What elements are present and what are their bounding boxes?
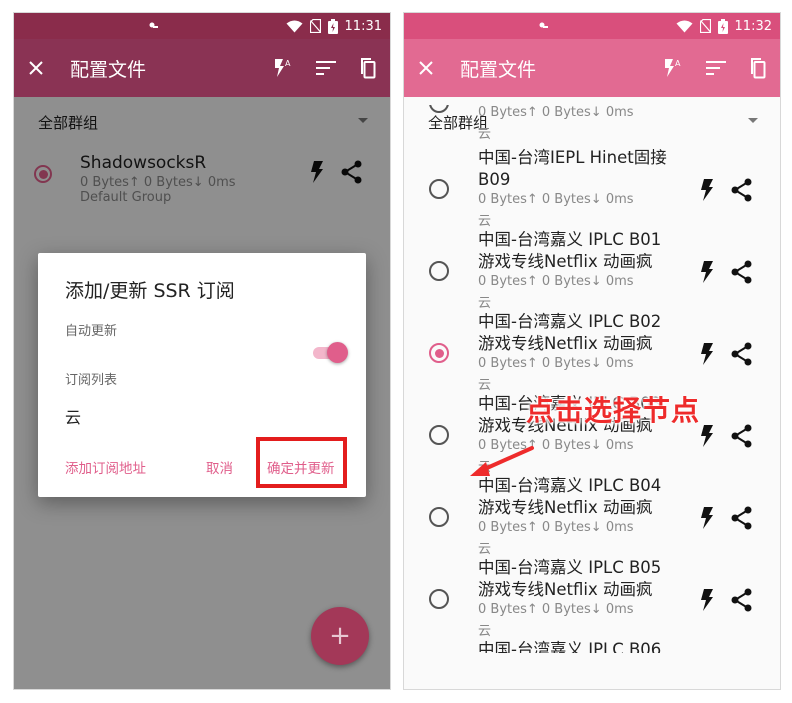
list-item[interactable]: 中国-台湾嘉义 IPLC B05 游戏专线Netflix 动画疯 0 Bytes↑… xyxy=(404,557,780,639)
subscription-list-item[interactable]: 云 xyxy=(65,404,81,428)
node-stats: 0 Bytes↑ 0 Bytes↓ 0ms xyxy=(478,602,634,617)
status-bar: 11:32 xyxy=(404,13,780,39)
auto-update-label: 自动更新 xyxy=(65,324,118,339)
bolt-icon[interactable] xyxy=(700,343,714,365)
status-time: 11:31 xyxy=(344,18,382,34)
node-name-line2: 游戏专线Netflix 动画疯 xyxy=(478,252,653,271)
dialog-title: 添加/更新 SSR 订阅 xyxy=(65,280,235,302)
copy-icon[interactable] xyxy=(748,57,766,79)
node-stats: 0 Bytes↑ 0 Bytes↓ 0ms xyxy=(478,105,634,120)
bolt-icon[interactable] xyxy=(700,589,714,611)
list-item-partial[interactable]: 0 Bytes↑ 0 Bytes↓ 0ms 云 xyxy=(404,105,780,145)
battery-icon xyxy=(327,18,338,34)
node-stats: 0 Bytes↑ 0 Bytes↓ 0ms xyxy=(478,356,634,371)
node-stats: 0 Bytes↑ 0 Bytes↓ 0ms xyxy=(478,520,634,535)
add-icon: + xyxy=(329,621,351,651)
bolt-icon[interactable] xyxy=(700,179,714,201)
share-icon[interactable] xyxy=(731,260,753,284)
sort-icon[interactable] xyxy=(706,60,726,76)
add-fab[interactable]: + xyxy=(311,607,369,665)
subscription-dialog: 添加/更新 SSR 订阅 自动更新 订阅列表 云 添加订阅地址 取消 确定并更新 xyxy=(38,253,366,497)
node-radio[interactable] xyxy=(429,507,449,527)
node-group: 云 xyxy=(478,214,492,229)
bolt-icon[interactable] xyxy=(700,425,714,447)
node-name-line2: 游戏专线Netflix 动画疯 xyxy=(478,580,653,599)
node-radio[interactable] xyxy=(429,179,449,199)
battery-icon xyxy=(717,18,728,34)
svg-text:A: A xyxy=(675,59,681,68)
share-icon[interactable] xyxy=(731,342,753,366)
app-bar-title: 配置文件 xyxy=(460,58,537,81)
node-name-line1: 中国-台湾IEPL Hinet固接 xyxy=(478,148,667,167)
flash-auto-icon[interactable]: A xyxy=(272,57,294,79)
annotation-arrow-icon xyxy=(470,446,534,476)
node-group: 云 xyxy=(478,542,492,557)
node-list: 全部群组 0 Bytes↑ 0 Bytes↓ 0ms 云 中国-台湾IEPL H… xyxy=(404,97,780,689)
notification-icon xyxy=(22,20,286,32)
node-radio-selected[interactable] xyxy=(429,343,449,363)
node-name-line2: B09 xyxy=(478,170,511,189)
sort-icon[interactable] xyxy=(316,60,336,76)
node-group: 云 xyxy=(478,296,492,311)
auto-update-toggle[interactable] xyxy=(311,341,348,365)
close-icon[interactable] xyxy=(418,60,434,76)
status-time: 11:32 xyxy=(734,18,772,34)
status-bar: 11:31 xyxy=(14,13,390,39)
list-item-partial-name: 中国-台湾嘉义 IPLC B06 xyxy=(478,640,662,653)
share-icon[interactable] xyxy=(731,178,753,202)
node-name-line1: 中国-台湾嘉义 IPLC B01 xyxy=(478,230,662,249)
highlight-box xyxy=(256,437,347,488)
list-item-selected[interactable]: 中国-台湾嘉义 IPLC B02 游戏专线Netflix 动画疯 0 Bytes↑… xyxy=(404,311,780,393)
tutorial-annotation: 点击选择节点 xyxy=(526,394,701,427)
list-item[interactable]: 中国-台湾嘉义 IPLC B04 游戏专线Netflix 动画疯 0 Bytes↑… xyxy=(404,475,780,557)
node-group: 云 xyxy=(478,624,492,639)
node-radio[interactable] xyxy=(429,589,449,609)
node-group: 云 xyxy=(478,378,492,393)
node-radio[interactable] xyxy=(429,105,449,113)
node-name-line2: 游戏专线Netflix 动画疯 xyxy=(478,334,653,353)
right-screenshot: 11:32 配置文件 A 全部群组 0 Bytes↑ 0 Bytes↓ 0ms … xyxy=(403,12,781,690)
node-name-line2: 游戏专线Netflix 动画疯 xyxy=(478,498,653,517)
copy-icon[interactable] xyxy=(358,57,376,79)
profile-list: 全部群组 ShadowsocksR 0 Bytes↑ 0 Bytes↓ 0ms … xyxy=(14,97,390,689)
no-sim-icon xyxy=(699,19,711,33)
node-group: 云 xyxy=(478,127,492,142)
share-icon[interactable] xyxy=(731,424,753,448)
share-icon[interactable] xyxy=(731,588,753,612)
cancel-button[interactable]: 取消 xyxy=(206,457,233,477)
node-stats: 0 Bytes↑ 0 Bytes↓ 0ms xyxy=(478,274,634,289)
flash-auto-icon[interactable]: A xyxy=(662,57,684,79)
bolt-icon[interactable] xyxy=(700,507,714,529)
close-icon[interactable] xyxy=(28,60,44,76)
node-stats: 0 Bytes↑ 0 Bytes↓ 0ms xyxy=(478,192,634,207)
left-screenshot: 11:31 配置文件 A 全部群组 ShadowsocksR 0 Bytes↑ … xyxy=(13,12,391,690)
add-subscription-button[interactable]: 添加订阅地址 xyxy=(65,457,146,477)
app-bar: 配置文件 A xyxy=(404,39,780,97)
list-item[interactable]: 中国-台湾IEPL Hinet固接 B09 0 Bytes↑ 0 Bytes↓ 0… xyxy=(404,147,780,229)
notification-icon xyxy=(412,20,676,32)
no-sim-icon xyxy=(309,19,321,33)
wifi-icon xyxy=(676,20,693,33)
node-name-line1: 中国-台湾嘉义 IPLC B02 xyxy=(478,312,662,331)
svg-text:A: A xyxy=(285,59,291,68)
node-name-line1: 中国-台湾嘉义 IPLC B05 xyxy=(478,558,662,577)
node-radio[interactable] xyxy=(429,425,449,445)
list-item[interactable]: 中国-台湾嘉义 IPLC B01 游戏专线Netflix 动画疯 0 Bytes↑… xyxy=(404,229,780,311)
subscription-list-label: 订阅列表 xyxy=(65,373,118,388)
node-radio[interactable] xyxy=(429,261,449,281)
bolt-icon[interactable] xyxy=(700,261,714,283)
wifi-icon xyxy=(286,20,303,33)
app-bar: 配置文件 A xyxy=(14,39,390,97)
app-bar-title: 配置文件 xyxy=(70,58,147,81)
share-icon[interactable] xyxy=(731,506,753,530)
